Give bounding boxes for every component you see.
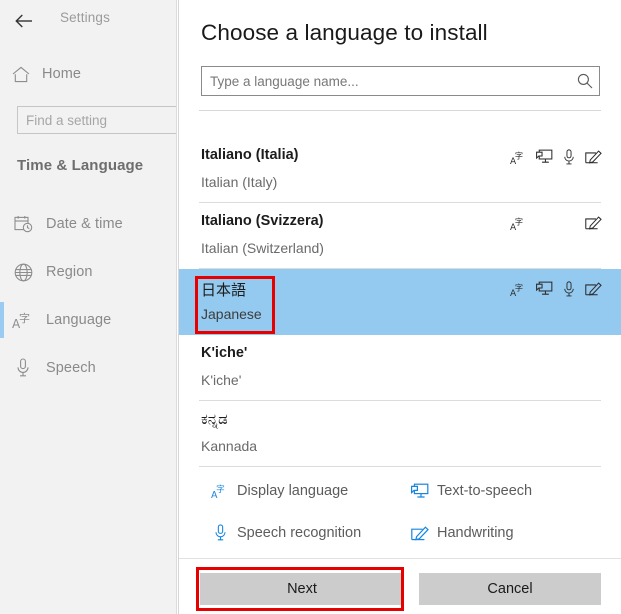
speech-recognition-icon bbox=[559, 278, 579, 300]
sidebar-item-language[interactable]: A 字 Language bbox=[0, 296, 177, 344]
find-a-setting-input[interactable] bbox=[18, 107, 177, 133]
legend-speech-recognition: Speech recognition bbox=[207, 521, 361, 545]
cancel-button[interactable]: Cancel bbox=[419, 573, 601, 605]
selection-accent-bar bbox=[0, 350, 4, 386]
language-feature-icons: A字 bbox=[509, 212, 603, 234]
svg-text:字: 字 bbox=[515, 150, 523, 160]
sidebar-item-language-label: Language bbox=[46, 312, 111, 328]
language-native-name: ಕನ್ನಡ bbox=[201, 411, 228, 428]
svg-text:字: 字 bbox=[515, 282, 523, 292]
home-icon bbox=[0, 66, 42, 83]
calendar-clock-icon bbox=[0, 215, 46, 233]
handwriting-icon bbox=[583, 146, 603, 168]
handwriting-icon bbox=[583, 212, 603, 234]
speech-recognition-icon bbox=[559, 146, 579, 168]
legend-label: Speech recognition bbox=[237, 525, 361, 541]
language-search-box[interactable] bbox=[201, 66, 600, 96]
display-language-icon: A字 bbox=[509, 212, 529, 234]
legend-display-language: A字 Display language bbox=[207, 479, 348, 503]
settings-window: Settings Home Time & Language bbox=[0, 0, 621, 614]
handwriting-icon bbox=[583, 278, 603, 300]
feature-legend: A字 Display language Text-to-speech Speec… bbox=[179, 470, 621, 558]
svg-text:字: 字 bbox=[515, 216, 523, 226]
language-english-name: Italian (Switzerland) bbox=[201, 240, 324, 256]
language-feature-icons: A字 bbox=[509, 146, 603, 168]
globe-icon bbox=[0, 263, 46, 282]
legend-text-to-speech: Text-to-speech bbox=[407, 479, 532, 503]
language-list[interactable]: Svizzera Italiano (Italia) Italian (Ital… bbox=[179, 110, 621, 469]
search-icon[interactable] bbox=[571, 73, 599, 89]
list-item[interactable]: ಕನ್ನಡ Kannada bbox=[179, 401, 621, 467]
sidebar-item-home[interactable]: Home bbox=[0, 57, 177, 91]
speech-recognition-icon bbox=[207, 524, 233, 542]
list-divider bbox=[199, 110, 601, 111]
sidebar-titlebar: Settings bbox=[0, 0, 177, 42]
dialog-footer: Next Cancel bbox=[179, 558, 621, 614]
language-search-input[interactable] bbox=[202, 67, 571, 95]
language-english-name: Japanese bbox=[201, 306, 262, 322]
sidebar-section-title: Time & Language bbox=[17, 157, 143, 174]
text-to-speech-icon bbox=[534, 278, 554, 300]
list-item[interactable]: Italiano (Svizzera) Italian (Switzerland… bbox=[179, 203, 621, 269]
text-to-speech-icon bbox=[534, 146, 554, 168]
choose-language-dialog: Choose a language to install Svizzera It… bbox=[178, 0, 621, 614]
language-native-name: K'iche' bbox=[201, 345, 247, 361]
next-button[interactable]: Next bbox=[200, 573, 404, 605]
text-to-speech-icon bbox=[407, 483, 433, 500]
language-english-name: Kannada bbox=[201, 438, 257, 454]
app-title: Settings bbox=[60, 10, 110, 25]
language-native-name: Italiano (Italia) bbox=[201, 147, 299, 163]
list-item-japanese[interactable]: 日本語 Japanese A字 bbox=[179, 269, 621, 335]
display-language-icon: A字 bbox=[509, 278, 529, 300]
legend-label: Text-to-speech bbox=[437, 483, 532, 499]
selection-accent-bar bbox=[0, 206, 4, 242]
sidebar-item-region-label: Region bbox=[46, 264, 93, 280]
display-language-icon: A字 bbox=[207, 482, 233, 500]
sidebar-item-speech[interactable]: Speech bbox=[0, 344, 177, 392]
legend-handwriting: Handwriting bbox=[407, 521, 514, 545]
svg-text:字: 字 bbox=[19, 311, 30, 325]
dialog-title: Choose a language to install bbox=[201, 20, 488, 46]
sidebar-nav: Date & time Region A bbox=[0, 200, 177, 392]
language-native-name: Italiano (Svizzera) bbox=[201, 213, 323, 229]
sidebar-item-speech-label: Speech bbox=[46, 360, 96, 376]
legend-label: Display language bbox=[237, 483, 348, 499]
list-divider bbox=[199, 466, 601, 467]
sidebar-item-home-label: Home bbox=[42, 66, 81, 82]
back-arrow-icon[interactable] bbox=[13, 11, 35, 31]
selection-accent-bar bbox=[0, 254, 4, 290]
list-item[interactable]: K'iche' K'iche' bbox=[179, 335, 621, 401]
sidebar-item-date-and-time[interactable]: Date & time bbox=[0, 200, 177, 248]
selection-accent-bar bbox=[0, 302, 4, 338]
language-english-name: K'iche' bbox=[201, 372, 241, 388]
language-english-name: Italian (Italy) bbox=[201, 174, 277, 190]
microphone-icon bbox=[0, 358, 46, 378]
handwriting-icon bbox=[407, 525, 433, 542]
list-item[interactable]: Italiano (Italia) Italian (Italy) A字 bbox=[179, 137, 621, 203]
legend-label: Handwriting bbox=[437, 525, 514, 541]
svg-text:字: 字 bbox=[216, 483, 225, 495]
language-native-name: 日本語 bbox=[201, 279, 246, 300]
find-a-setting-box[interactable] bbox=[17, 106, 177, 134]
display-language-icon: A字 bbox=[509, 146, 529, 168]
language-icon: A 字 bbox=[0, 310, 46, 330]
language-feature-icons: A字 bbox=[509, 278, 603, 300]
settings-sidebar: Settings Home Time & Language bbox=[0, 0, 177, 614]
sidebar-item-date-and-time-label: Date & time bbox=[46, 216, 123, 232]
sidebar-item-region[interactable]: Region bbox=[0, 248, 177, 296]
